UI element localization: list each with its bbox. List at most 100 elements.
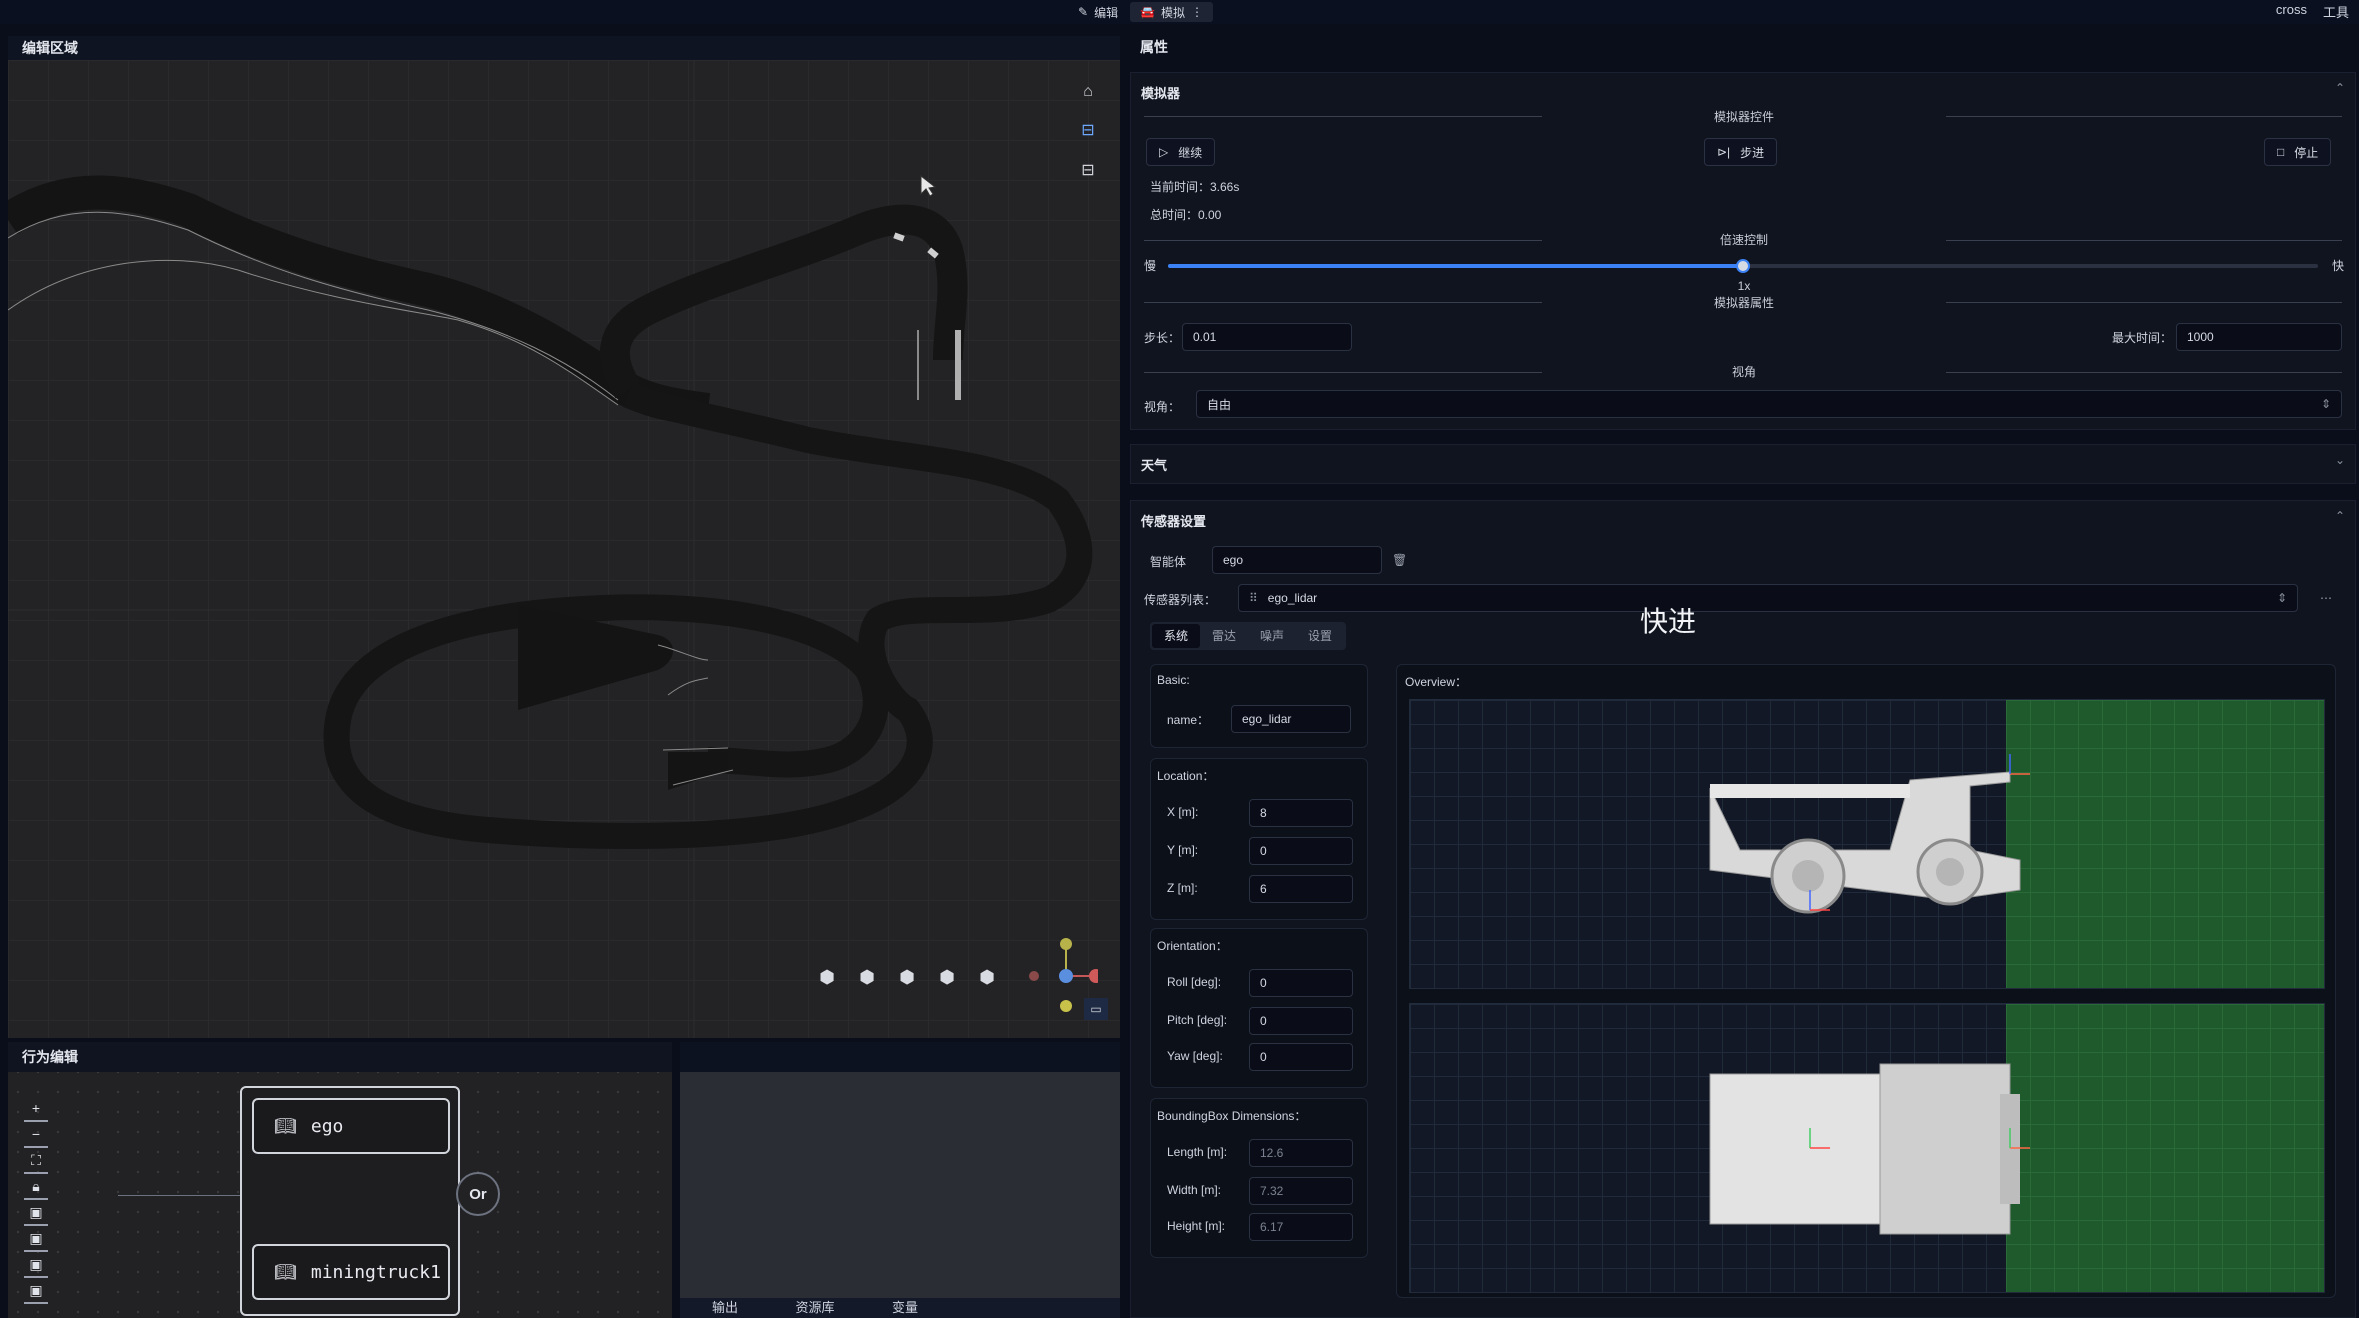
mode-sim-label: 模拟 — [1160, 5, 1185, 20]
length-label: Length [m]: — [1167, 1145, 1228, 1159]
chevron-down-icon[interactable]: ⌄ — [2335, 453, 2345, 467]
bbox-card: BoundingBox Dimensions： Length [m]: 12.6… — [1150, 1098, 1368, 1258]
view-cube-toolbar: ⬢ ⬢ ⬢ ⬢ ⬢ — [816, 966, 998, 988]
y-input[interactable]: 0 — [1249, 837, 1353, 865]
road-network — [8, 60, 1120, 1038]
weather-section[interactable]: 天气 ⌄ — [1130, 444, 2356, 484]
slow-label: 慢 — [1144, 259, 1157, 273]
view-field-label: 视角： — [1144, 400, 1181, 414]
sensor-tabs: 系统 雷达 噪声 设置 — [1150, 622, 1347, 650]
overview-panel: Overview： — [1396, 664, 2336, 1298]
z-input[interactable]: 6 — [1249, 875, 1353, 903]
divider — [1144, 302, 1542, 303]
sensor-title: 传感器设置 — [1141, 514, 1207, 529]
height-input: 6.17 — [1249, 1213, 1353, 1241]
z-label: Z [m]: — [1167, 881, 1198, 895]
output-header — [680, 1042, 1120, 1072]
side-view[interactable] — [1409, 699, 2325, 989]
speed-value: 1x — [1737, 279, 1751, 293]
behavior-editor[interactable]: 行为编辑 + − ⛶ 🔒︎ ▣ ▣ ▣ ▣ 📖︎ ego 📖︎ miningtr… — [8, 1042, 672, 1318]
divider — [1946, 240, 2342, 241]
tab-resources[interactable]: 资源库 — [770, 1298, 860, 1318]
collapse-icon[interactable]: ⊟ — [1076, 158, 1100, 182]
y-label: Y [m]: — [1167, 843, 1199, 857]
zoom-out-icon[interactable]: − — [24, 1126, 48, 1148]
roll-input[interactable]: 0 — [1249, 969, 1353, 997]
divider — [1946, 372, 2342, 373]
chevron-up-icon[interactable]: ⌃ — [2335, 81, 2345, 95]
mode-sim-button[interactable]: 🚘 模拟 ⋮ — [1130, 2, 1213, 22]
view-cube-back-icon[interactable]: ⬢ — [976, 966, 998, 988]
location-title: Location： — [1157, 769, 1215, 783]
weather-title: 天气 — [1141, 458, 1168, 473]
sensor-list-value: ego_lidar — [1267, 591, 1318, 605]
perspective-view-icon[interactable]: ⊟ — [1076, 118, 1100, 142]
more-options-icon[interactable]: ⋯ — [2320, 591, 2332, 605]
or-node[interactable]: Or — [456, 1172, 500, 1216]
minimize-icon[interactable]: ▭ — [1084, 998, 1108, 1020]
max-time-input[interactable]: 1000 — [2176, 323, 2342, 351]
tab-system[interactable]: 系统 — [1152, 624, 1201, 648]
node-tool-1-icon[interactable]: ▣ — [24, 1204, 48, 1226]
view-cube-top-icon[interactable]: ⬢ — [816, 966, 838, 988]
orientation-card: Orientation： Roll [deg]: 0 Pitch [deg]: … — [1150, 928, 1368, 1088]
step-button[interactable]: ⊳| 步进 — [1704, 138, 1778, 166]
yaw-input[interactable]: 0 — [1249, 1043, 1353, 1071]
view-select-value: 自由 — [1207, 397, 1232, 412]
divider — [1144, 240, 1542, 241]
agent-input[interactable]: ego — [1212, 546, 1382, 574]
behavior-title: 行为编辑 — [8, 1042, 672, 1072]
speed-slider-thumb[interactable] — [1736, 259, 1750, 273]
tab-variables[interactable]: 变量 — [860, 1298, 950, 1318]
x-label: X [m]: — [1167, 805, 1199, 819]
sensor-list-select[interactable]: ⠿ ego_lidar ⇕ — [1238, 584, 2298, 612]
simulator-title: 模拟器 — [1141, 86, 1181, 101]
node-ego-label: ego — [310, 1115, 344, 1137]
tools-menu[interactable]: 工具 — [2323, 2, 2349, 21]
tab-noise[interactable]: 噪声 — [1248, 624, 1296, 648]
tab-settings[interactable]: 设置 — [1296, 624, 1344, 648]
view-cube-front-icon[interactable]: ⬢ — [856, 966, 878, 988]
pitch-input[interactable]: 0 — [1249, 1007, 1353, 1035]
orientation-title: Orientation： — [1157, 939, 1228, 953]
output-tabs: 输出 资源库 变量 — [680, 1298, 1120, 1318]
mode-edit-label: 编辑 — [1094, 5, 1119, 20]
top-view[interactable] — [1409, 1003, 2325, 1293]
play-icon: ▷ — [1159, 145, 1169, 159]
lock-icon[interactable]: 🔒︎ — [24, 1178, 48, 1200]
zoom-in-icon[interactable]: + — [24, 1100, 48, 1122]
tab-radar[interactable]: 雷达 — [1200, 624, 1248, 648]
node-miningtruck[interactable]: 📖︎ miningtruck1 — [252, 1244, 450, 1300]
node-tool-2-icon[interactable]: ▣ — [24, 1230, 48, 1252]
home-icon[interactable]: ⌂ — [1076, 80, 1100, 104]
view-select[interactable]: 自由 ⇕ — [1196, 390, 2342, 418]
continue-button[interactable]: ▷ 继续 — [1146, 138, 1216, 166]
editor-canvas[interactable]: ⌂ ⊟ ⊟ ⬢ ⬢ ⬢ ⬢ ⬢ ▭ — [8, 60, 1120, 1038]
chevron-up-icon[interactable]: ⌃ — [2335, 509, 2345, 523]
speed-slider[interactable] — [1168, 259, 2318, 273]
node-ego[interactable]: 📖︎ ego — [252, 1098, 450, 1154]
step-icon: ⊳| — [1717, 145, 1731, 159]
truck-side-image — [1709, 754, 2030, 914]
max-time-label: 最大时间： — [2112, 331, 2173, 345]
view-cube-right-icon[interactable]: ⬢ — [936, 966, 958, 988]
stop-label: 停止 — [2294, 145, 2319, 160]
output-panel: 输出 资源库 变量 — [680, 1042, 1120, 1318]
name-input[interactable]: ego_lidar — [1231, 705, 1351, 733]
mode-edit-button[interactable]: ✎ 编辑 — [1068, 2, 1128, 22]
select-arrows-icon: ⇕ — [2276, 591, 2287, 605]
group-node[interactable]: 📖︎ ego 📖︎ miningtruck1 — [240, 1086, 460, 1316]
x-input[interactable]: 8 — [1249, 799, 1353, 827]
view-cube-left-icon[interactable]: ⬢ — [896, 966, 918, 988]
basic-title: Basic: — [1157, 673, 1190, 687]
step-size-input[interactable]: 0.01 — [1182, 323, 1352, 351]
fit-view-icon[interactable]: ⛶ — [24, 1152, 48, 1174]
car-icon: 🚘 — [1140, 5, 1155, 19]
node-tool-3-icon[interactable]: ▣ — [24, 1256, 48, 1278]
tab-output[interactable]: 输出 — [680, 1298, 770, 1318]
truck-top-image — [1709, 1063, 2030, 1235]
stop-button[interactable]: □ 停止 — [2264, 138, 2332, 166]
user-name[interactable]: cross — [2276, 2, 2307, 21]
node-tool-4-icon[interactable]: ▣ — [24, 1282, 48, 1304]
trash-icon[interactable]: 🗑︎ — [1392, 553, 1407, 567]
